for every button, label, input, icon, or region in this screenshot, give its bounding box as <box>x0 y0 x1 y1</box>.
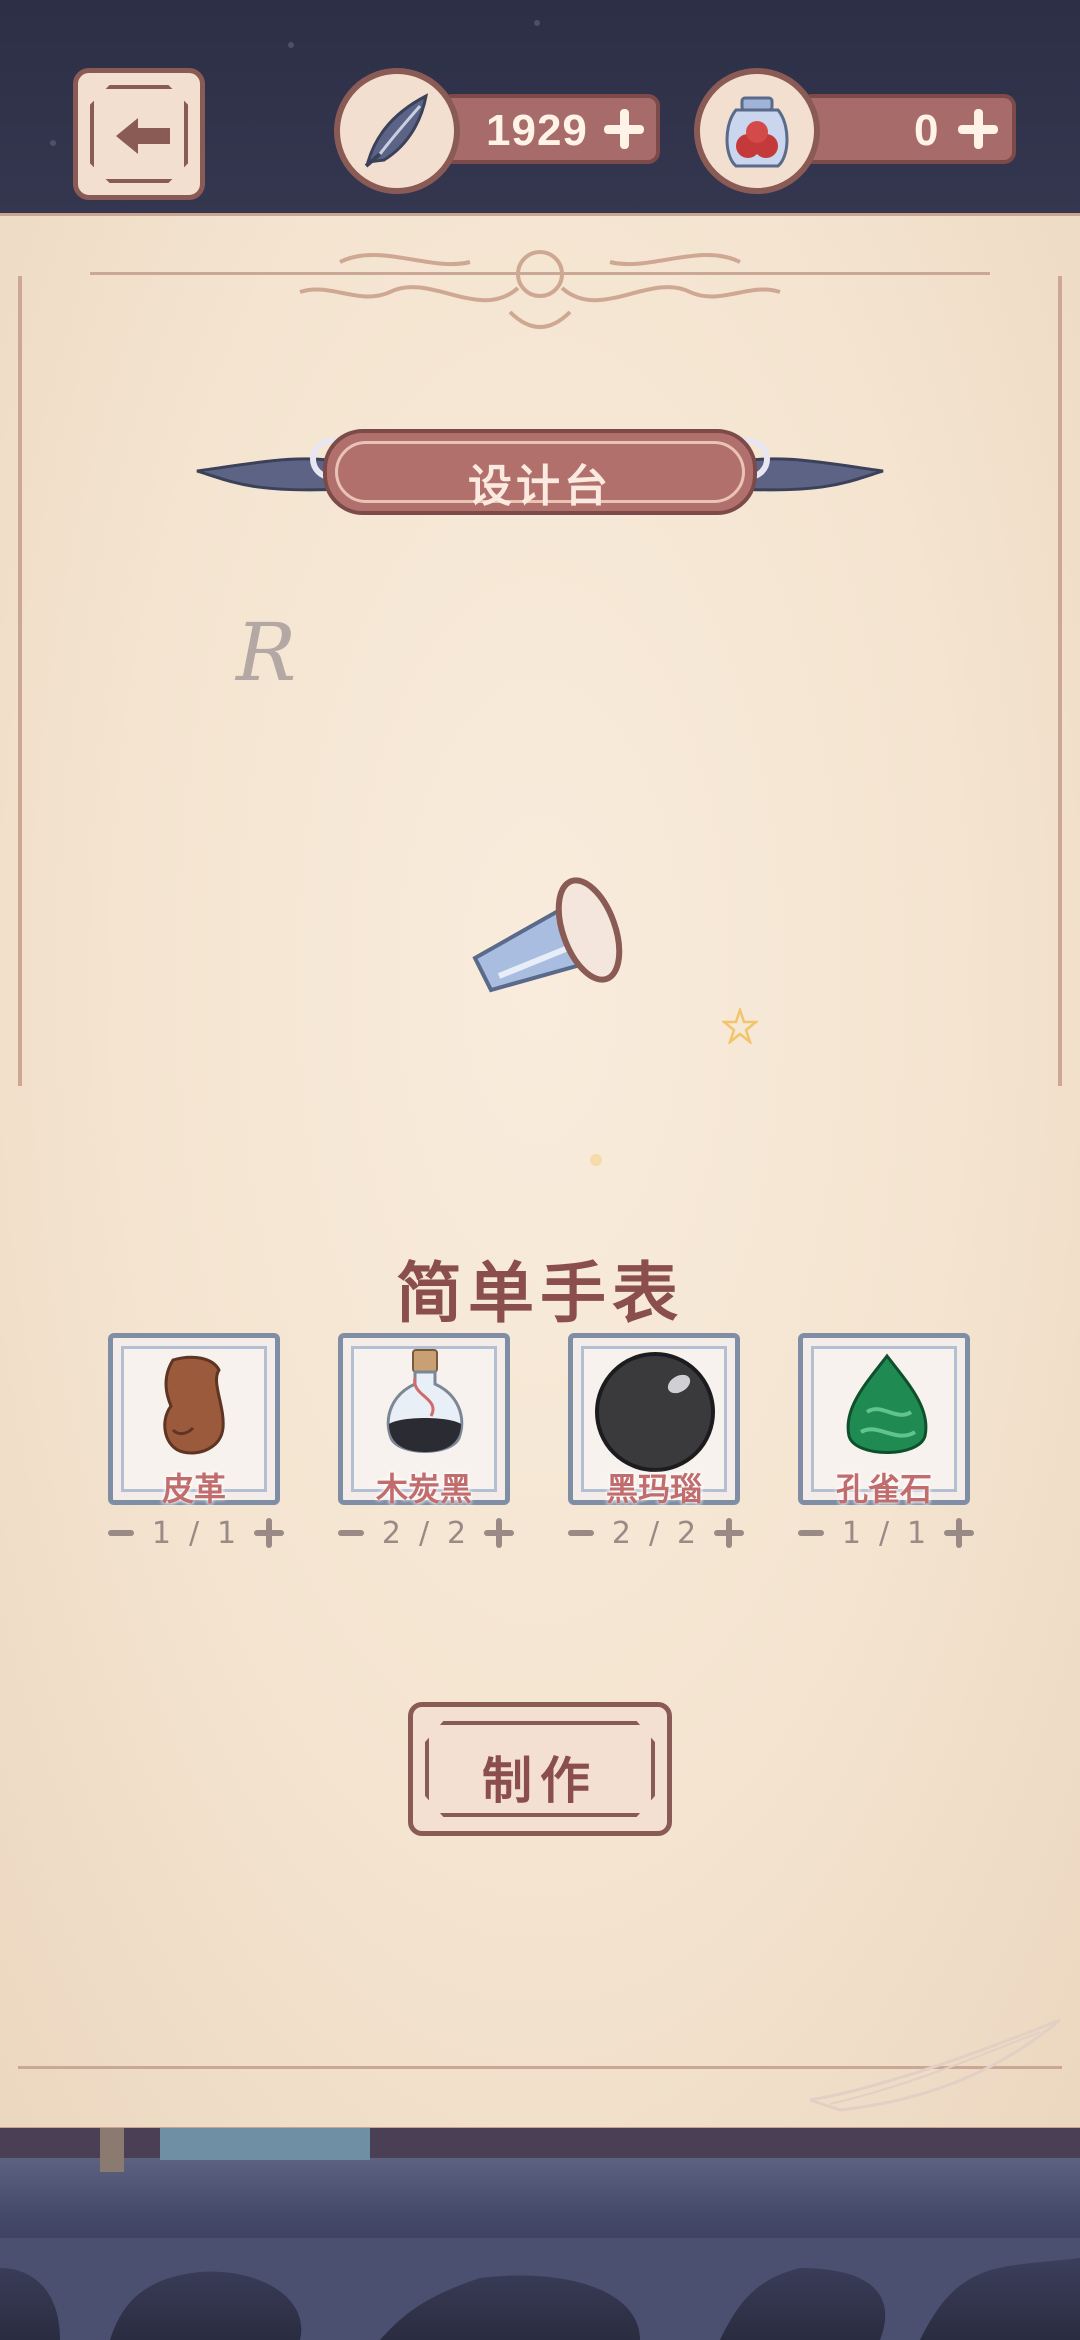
panel-title: 设计台 <box>468 461 612 512</box>
count-separator: / <box>418 1515 430 1551</box>
leather-pouch-icon <box>163 1355 225 1455</box>
material-slot-malachite[interactable]: 孔雀石 1 / 1 <box>798 1333 974 1553</box>
material-count-row: 1 / 1 <box>108 1513 284 1553</box>
increase-button[interactable] <box>484 1518 514 1548</box>
material-have: 2 <box>381 1515 401 1551</box>
material-slot-charcoal[interactable]: 木炭黑 2 / 2 <box>338 1333 514 1553</box>
decrease-button[interactable] <box>338 1530 364 1536</box>
material-slot-onyx[interactable]: 黑玛瑙 2 / 2 <box>568 1333 744 1553</box>
ornament-letter: R <box>236 606 297 699</box>
background-star <box>534 20 540 26</box>
count-separator: / <box>648 1515 660 1551</box>
material-need: 1 <box>217 1515 237 1551</box>
background-star <box>288 42 294 48</box>
back-button[interactable] <box>73 68 205 200</box>
malachite-gem-icon <box>846 1353 928 1454</box>
material-frame: 皮革 <box>108 1333 280 1508</box>
add-feather-button[interactable] <box>602 107 646 151</box>
cave-roots-icon <box>0 2238 1080 2340</box>
jar-currency-value: 0 <box>914 106 940 155</box>
material-frame: 孔雀石 <box>798 1333 970 1508</box>
frame-border-left <box>18 276 22 1086</box>
material-need: 2 <box>447 1515 467 1551</box>
increase-button[interactable] <box>714 1518 744 1548</box>
frame-border-right <box>1058 276 1062 1086</box>
material-frame: 木炭黑 <box>338 1333 510 1508</box>
material-need: 1 <box>907 1515 927 1551</box>
increase-button[interactable] <box>254 1518 284 1548</box>
decrease-button[interactable] <box>108 1530 134 1536</box>
material-have: 1 <box>151 1515 171 1551</box>
material-need: 2 <box>677 1515 697 1551</box>
jar-currency-bar: 0 <box>800 94 1016 164</box>
increase-button[interactable] <box>944 1518 974 1548</box>
item-name: 简单手表 <box>396 1255 684 1332</box>
feather-icon <box>334 68 460 194</box>
material-count-row: 1 / 1 <box>798 1513 974 1553</box>
quill-watermark-icon <box>809 2018 1061 2112</box>
back-button-frame <box>90 85 188 183</box>
count-separator: / <box>878 1515 890 1551</box>
sparkle-star-icon <box>722 1008 758 1044</box>
arrow-left-icon <box>116 118 170 154</box>
decrease-button[interactable] <box>568 1530 594 1536</box>
count-separator: / <box>188 1515 200 1551</box>
material-name: 黑玛瑙 <box>605 1470 702 1508</box>
top-bar: 1929 0 <box>0 0 1080 215</box>
material-count-row: 2 / 2 <box>568 1513 744 1553</box>
material-slot-leather[interactable]: 皮革 1 / 1 <box>108 1333 284 1553</box>
material-have: 1 <box>841 1515 861 1551</box>
watch-preview-icon <box>472 877 623 993</box>
title-banner: 设计台 <box>195 423 885 523</box>
berry-jar-icon <box>694 68 820 194</box>
decrease-button[interactable] <box>798 1530 824 1536</box>
feather-currency-value: 1929 <box>486 106 588 155</box>
title-banner-body: 设计台 <box>323 429 757 515</box>
material-count-row: 2 / 2 <box>338 1513 514 1553</box>
book-spine <box>160 2128 370 2160</box>
background-star <box>50 140 56 146</box>
material-name: 皮革 <box>161 1470 226 1508</box>
design-table-panel: 设计台 R <box>0 213 1080 2130</box>
craft-button[interactable]: 制作 <box>408 1702 672 1836</box>
material-frame: 黑玛瑙 <box>568 1333 740 1508</box>
material-name: 木炭黑 <box>375 1470 472 1508</box>
add-jar-button[interactable] <box>956 107 1000 151</box>
craft-button-label: 制作 <box>482 1752 598 1810</box>
ink-bottle-icon <box>386 1349 464 1453</box>
feather-currency-bar: 1929 <box>440 94 660 164</box>
black-orb-icon <box>595 1352 715 1472</box>
bottom-scenery <box>0 2128 1080 2340</box>
sparkle-dot <box>590 1154 602 1166</box>
material-name: 孔雀石 <box>835 1470 932 1508</box>
table-leg <box>100 2128 124 2172</box>
material-have: 2 <box>611 1515 631 1551</box>
top-ornament-icon <box>299 250 781 329</box>
